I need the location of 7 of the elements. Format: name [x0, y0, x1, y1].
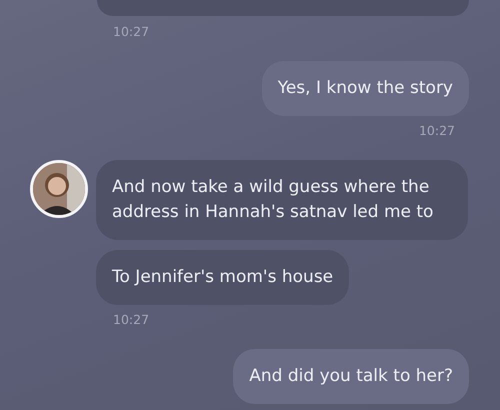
message-bubble: And did you talk to her? — [233, 349, 469, 404]
message-bubble: To Jennifer's mom's house — [96, 250, 350, 305]
message-bubble: Yes, I know the story — [262, 61, 469, 116]
message-bubble: And now take a wild guess where the address in Hannah's satnav led me to — [96, 160, 468, 240]
message-time: 10:27 — [113, 24, 150, 40]
message-time: 10:27 — [113, 312, 150, 328]
message-time: 10:27 — [418, 123, 455, 139]
